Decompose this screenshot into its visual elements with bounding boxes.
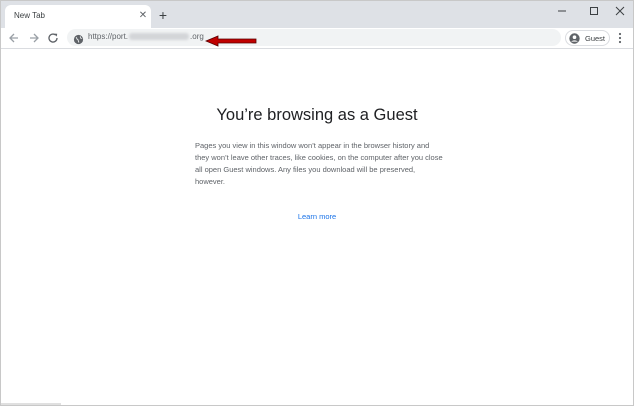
url-prefix: https://port. [88,32,129,41]
tab-strip: New Tab ✕ + [1,1,633,28]
address-bar[interactable]: https://port. .org [67,29,561,46]
forward-arrow-icon [30,33,39,43]
guest-description: Pages you view in this window won’t appe… [195,141,443,186]
tab-new-tab[interactable]: New Tab ✕ [5,5,151,28]
learn-more-container: Learn more [1,212,633,221]
forward-button[interactable] [27,31,41,45]
back-button[interactable] [7,31,21,45]
reload-icon [48,33,58,43]
maximize-button[interactable] [584,4,604,18]
page-content: You’re browsing as a Guest Pages you vie… [1,50,633,405]
url-suffix: .org [190,32,204,41]
minimize-icon [558,10,566,12]
info-globe-icon[interactable] [73,32,84,45]
reload-button[interactable] [46,31,60,45]
close-icon [615,6,625,16]
account-circle-icon [569,33,580,44]
new-tab-button[interactable]: + [156,8,170,22]
page-title: You’re browsing as a Guest [216,106,418,124]
close-window-button[interactable] [610,4,630,18]
annotation-arrow-icon [205,35,257,47]
tab-close-icon[interactable]: ✕ [137,10,149,22]
browser-window: New Tab ✕ + https://port. .org Guest You… [0,0,634,406]
profile-button[interactable]: Guest [565,30,610,46]
back-arrow-icon [9,33,18,43]
profile-label: Guest [585,34,606,43]
learn-more-link[interactable]: Learn more [298,212,336,221]
more-vertical-icon [618,32,622,44]
tab-title: New Tab [14,11,45,20]
url-text[interactable]: https://port. .org [88,32,204,41]
menu-button[interactable] [615,31,625,45]
url-redacted [129,33,190,41]
minimize-button[interactable] [552,4,572,18]
maximize-icon [590,7,598,15]
toolbar: https://port. .org Guest [1,28,633,49]
horizontal-scrollbar[interactable] [1,403,61,405]
